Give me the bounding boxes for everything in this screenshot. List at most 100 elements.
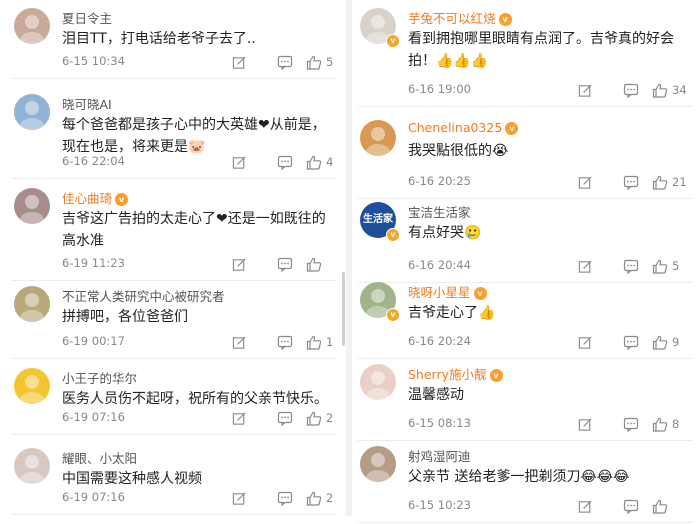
username-link[interactable]: 晓呀小星星 v bbox=[408, 282, 487, 301]
comment-icon bbox=[277, 257, 293, 272]
avatar[interactable] bbox=[360, 120, 396, 156]
like-button[interactable]: 5 bbox=[306, 54, 333, 70]
avatar[interactable] bbox=[14, 368, 50, 404]
avatar[interactable] bbox=[14, 8, 50, 44]
edit-icon bbox=[232, 335, 247, 350]
vip-badge-icon: v bbox=[473, 287, 487, 300]
username: 耀眼、小太阳 bbox=[62, 451, 138, 466]
thumbs-up-icon bbox=[652, 175, 668, 190]
reply-button[interactable] bbox=[277, 154, 293, 170]
repost-button[interactable] bbox=[232, 490, 247, 506]
edit-icon bbox=[232, 491, 247, 506]
comment-column-right: v 芋兔不可以红烧 v 看到拥抱哪里眼睛有点润了。吉爷真的好会拍！👍👍👍 6-16 19… bbox=[352, 0, 700, 523]
comment-item: 晓可晓AI 每个爸爸都是孩子心中的大英雄❤从前是，现在也是，将来更是🐷 6-16 2… bbox=[0, 86, 344, 180]
repost-button[interactable] bbox=[232, 256, 247, 272]
comment-item: v 芋兔不可以红烧 v 看到拥抱哪里眼睛有点润了。吉爷真的好会拍！👍👍👍 6-16 19… bbox=[352, 0, 700, 108]
thumbs-up-icon bbox=[652, 259, 668, 274]
like-button[interactable] bbox=[306, 256, 326, 272]
verified-badge-icon: v bbox=[386, 228, 400, 242]
username-link[interactable]: 小王子的华尔 bbox=[62, 368, 137, 387]
username-link[interactable]: 射鸡湿阿迪 bbox=[408, 446, 471, 465]
reply-button[interactable] bbox=[623, 174, 639, 190]
username-link[interactable]: 夏日令主 bbox=[62, 8, 112, 27]
repost-button[interactable] bbox=[578, 174, 593, 190]
comment-meta: 6-19 11:23 bbox=[62, 256, 336, 274]
username-link[interactable]: 不正常人类研究中心被研究者 bbox=[62, 286, 225, 305]
avatar[interactable] bbox=[14, 448, 50, 484]
username-link[interactable]: Sherry施小靓 v bbox=[408, 364, 503, 383]
like-button[interactable]: 2 bbox=[306, 410, 333, 426]
repost-button[interactable] bbox=[232, 54, 247, 70]
timestamp: 6-19 07:16 bbox=[62, 490, 125, 504]
comment-meta: 6-16 20:24 9 bbox=[408, 334, 692, 352]
like-count: 5 bbox=[326, 55, 334, 69]
avatar-image bbox=[20, 195, 44, 224]
reply-button[interactable] bbox=[623, 416, 639, 432]
like-button[interactable]: 8 bbox=[652, 416, 679, 432]
repost-button[interactable] bbox=[578, 416, 593, 432]
comment-icon bbox=[277, 411, 293, 426]
username-link[interactable]: 芋兔不可以红烧 v bbox=[408, 8, 512, 27]
like-button[interactable]: 21 bbox=[652, 174, 687, 190]
comment-item: Chenelina0325 v 我哭點很低的😭 6-16 20:25 21 bbox=[352, 112, 700, 200]
username-link[interactable]: 耀眼、小太阳 bbox=[62, 448, 137, 467]
username: 不正常人类研究中心被研究者 bbox=[62, 289, 225, 304]
username-link[interactable]: 晓可晓AI bbox=[62, 94, 112, 113]
like-count: 4 bbox=[326, 155, 334, 169]
comment-text: 有点好哭🥲 bbox=[408, 225, 482, 241]
reply-button[interactable] bbox=[623, 82, 639, 98]
thumbs-up-icon bbox=[306, 257, 322, 272]
reply-button[interactable] bbox=[277, 256, 293, 272]
reply-button[interactable] bbox=[623, 334, 639, 350]
avatar[interactable] bbox=[14, 188, 50, 224]
like-button[interactable]: 4 bbox=[306, 154, 333, 170]
reply-button[interactable] bbox=[623, 498, 639, 514]
repost-button[interactable] bbox=[578, 258, 593, 274]
vip-badge-icon: v bbox=[489, 369, 503, 382]
avatar-image bbox=[20, 293, 44, 322]
thumbs-up-icon bbox=[306, 55, 322, 70]
avatar[interactable] bbox=[14, 94, 50, 130]
edit-icon bbox=[578, 499, 593, 514]
like-button[interactable]: 5 bbox=[652, 258, 679, 274]
like-button[interactable] bbox=[652, 498, 672, 514]
thumbs-up-icon bbox=[306, 335, 322, 350]
edit-icon bbox=[232, 411, 247, 426]
like-button[interactable]: 1 bbox=[306, 334, 333, 350]
comment-item: 耀眼、小太阳 中国需要这种感人视频 6-19 07:16 2 bbox=[0, 440, 344, 516]
comment-item: 小王子的华尔 医务人员伤不起呀，祝所有的父亲节快乐。 6-19 07:16 2 bbox=[0, 360, 344, 436]
reply-button[interactable] bbox=[623, 258, 639, 274]
repost-button[interactable] bbox=[578, 334, 593, 350]
avatar[interactable] bbox=[360, 446, 396, 482]
thumbs-up-icon bbox=[652, 417, 668, 432]
vip-badge-icon: v bbox=[115, 193, 129, 206]
repost-button[interactable] bbox=[578, 82, 593, 98]
avatar[interactable] bbox=[360, 364, 396, 400]
comment-meta: 6-19 07:16 2 bbox=[62, 490, 336, 508]
like-button[interactable]: 2 bbox=[306, 490, 333, 506]
timestamp: 6-19 00:17 bbox=[62, 334, 125, 348]
repost-button[interactable] bbox=[232, 334, 247, 350]
like-button[interactable]: 9 bbox=[652, 334, 679, 350]
username-link[interactable]: Chenelina0325 v bbox=[408, 120, 519, 135]
like-button[interactable]: 34 bbox=[652, 82, 687, 98]
comment-item: 佳心曲琦 v 吉爷这广告拍的太走心了❤还是一如既往的高水准 6-19 11:23 bbox=[0, 180, 344, 282]
repost-button[interactable] bbox=[578, 498, 593, 514]
like-count: 5 bbox=[672, 259, 680, 273]
like-count: 2 bbox=[326, 491, 334, 505]
edit-icon bbox=[578, 83, 593, 98]
thumbs-up-icon bbox=[306, 155, 322, 170]
username-link[interactable]: 宝洁生活家 bbox=[408, 202, 471, 221]
avatar-image bbox=[366, 453, 390, 482]
reply-button[interactable] bbox=[277, 334, 293, 350]
username-link[interactable]: 佳心曲琦 v bbox=[62, 188, 129, 207]
reply-button[interactable] bbox=[277, 410, 293, 426]
repost-button[interactable] bbox=[232, 154, 247, 170]
avatar[interactable] bbox=[14, 286, 50, 322]
repost-button[interactable] bbox=[232, 410, 247, 426]
verified-badge-icon: v bbox=[386, 34, 400, 48]
scrollbar[interactable] bbox=[342, 272, 345, 346]
comment-text: 吉爷走心了👍 bbox=[408, 305, 496, 321]
reply-button[interactable] bbox=[277, 490, 293, 506]
reply-button[interactable] bbox=[277, 54, 293, 70]
